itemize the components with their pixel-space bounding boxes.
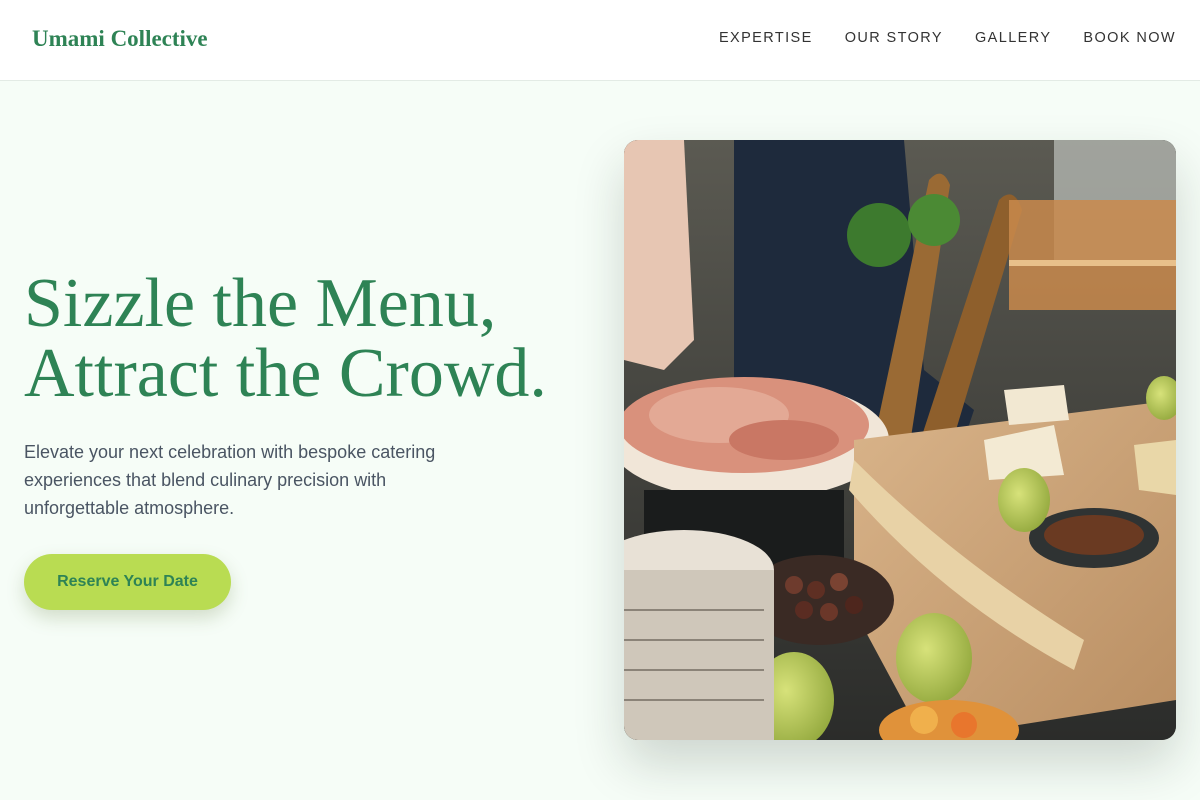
site-header: Umami Collective EXPERTISE OUR STORY GAL… <box>0 0 1200 81</box>
main-nav: EXPERTISE OUR STORY GALLERY BOOK NOW <box>719 30 1176 46</box>
logo[interactable]: Umami Collective <box>32 26 208 52</box>
nav-link-gallery[interactable]: GALLERY <box>975 30 1051 46</box>
headline-line-2: Attract the Crowd. <box>24 335 547 412</box>
nav-link-our-story[interactable]: OUR STORY <box>845 30 943 46</box>
reserve-date-button[interactable]: Reserve Your Date <box>24 554 231 610</box>
hero-subtext: Elevate your next celebration with bespo… <box>24 442 436 518</box>
nav-link-expertise[interactable]: EXPERTISE <box>719 30 813 46</box>
headline-line-1: Sizzle the Menu, <box>24 265 497 342</box>
catering-spread-illustration <box>624 140 1176 740</box>
hero-headline: Sizzle the Menu, Attract the Crowd. <box>24 269 624 409</box>
hero-section: Sizzle the Menu, Attract the Crowd. Elev… <box>0 81 1200 800</box>
nav-link-book-now[interactable]: BOOK NOW <box>1083 30 1176 46</box>
catering-spread-image <box>624 140 1176 740</box>
